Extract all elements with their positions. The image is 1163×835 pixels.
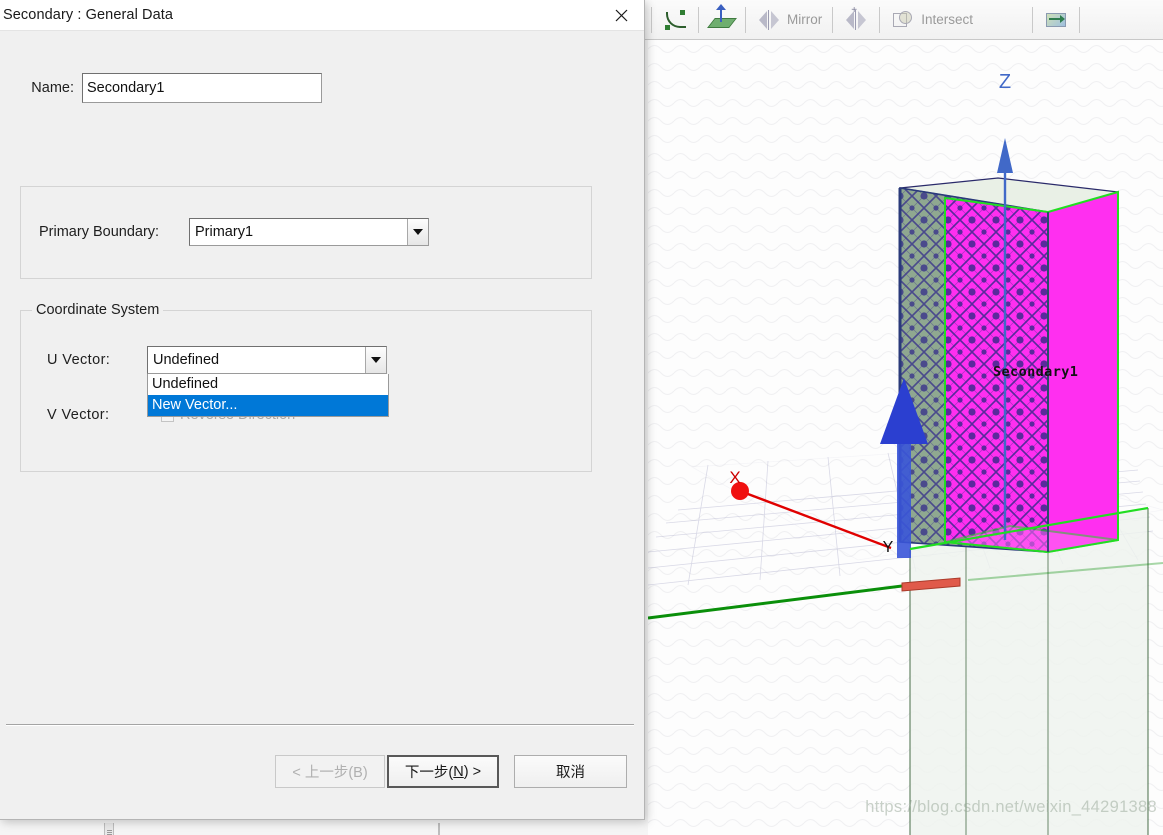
- toolbar-separator: [879, 6, 881, 33]
- axis-x-label: X: [729, 468, 740, 487]
- name-input[interactable]: Secondary1: [82, 73, 322, 103]
- 3d-scene: Z X Y Secondary1: [648, 40, 1163, 835]
- back-button-label: < 上一步(B): [292, 765, 368, 781]
- primary-boundary-row: Primary Boundary: Primary1: [39, 218, 429, 246]
- toolbar-label-intersect: Intersect: [921, 12, 974, 27]
- toolbar-button-surface-sheet[interactable]: [1036, 0, 1076, 40]
- footer-separator: [6, 724, 634, 725]
- toolbar-button-intersect[interactable]: Intersect: [883, 0, 980, 40]
- dialog-title: Secondary : General Data: [3, 7, 174, 23]
- cancel-button[interactable]: 取消: [514, 755, 627, 788]
- primary-boundary-label: Primary Boundary:: [39, 224, 160, 240]
- coordinate-system-group: Coordinate System V Vector: Reverse Dire…: [20, 302, 592, 472]
- next-button-label-post: ) >: [463, 763, 482, 780]
- back-button[interactable]: < 上一步(B): [275, 755, 385, 788]
- axis-z-label: Z: [999, 71, 1011, 93]
- sweep-along-path-icon: [707, 3, 737, 33]
- name-field-row: Name: Secondary1: [0, 73, 644, 103]
- coordinate-system-title: Coordinate System: [32, 302, 164, 318]
- u-vector-value: Undefined: [153, 352, 220, 368]
- name-input-value: Secondary1: [87, 80, 165, 96]
- primary-boundary-dropdown-button[interactable]: [407, 219, 428, 245]
- toolbar-button-curve-spline[interactable]: [655, 0, 695, 40]
- dialog-titlebar: Secondary : General Data: [0, 0, 644, 30]
- chevron-down-icon: [371, 357, 381, 363]
- dialog-body: Name: Secondary1 Primary Boundary: Prima…: [0, 30, 644, 819]
- axis-y-label: Y: [883, 539, 894, 556]
- v-vector-row: V Vector:: [47, 407, 147, 423]
- dialog-footer: < 上一步(B) 下一步(N) > 取消: [0, 724, 644, 819]
- panel-divider: [438, 823, 440, 835]
- toolbar-button-mirror[interactable]: Mirror: [749, 0, 829, 40]
- splitter-grip: [107, 830, 112, 835]
- u-vector-dropdown-button[interactable]: [365, 347, 386, 373]
- toolbar-separator: [651, 6, 652, 33]
- toolbar-button-sweep[interactable]: [702, 0, 742, 40]
- next-button-accesskey: N: [453, 763, 464, 780]
- toolbar-separator: [745, 6, 746, 33]
- v-vector-label: V Vector:: [47, 407, 110, 423]
- primary-boundary-group: Primary Boundary: Primary1: [20, 186, 592, 279]
- u-vector-select[interactable]: Undefined: [147, 346, 387, 374]
- toolbar-separator: [1032, 6, 1034, 33]
- u-vector-dropdown-list[interactable]: Undefined New Vector...: [147, 374, 389, 417]
- lower-solid-body: [909, 508, 1149, 835]
- intersect-icon: [890, 7, 916, 33]
- toolbar-separator: [1079, 6, 1081, 33]
- u-vector-label: U Vector:: [47, 352, 111, 368]
- mirror-duplicate-icon: +: [843, 5, 869, 33]
- cancel-button-label: 取消: [556, 765, 585, 781]
- toolbar-separator: [698, 6, 699, 33]
- general-data-dialog: Secondary : General Data Name: Secondary…: [0, 0, 645, 820]
- primary-boundary-value: Primary1: [195, 224, 254, 240]
- u-vector-row: U Vector: Undefined Undefined New Vector…: [47, 346, 389, 417]
- surface-sheet-icon: [1043, 7, 1069, 33]
- mirror-icon: [756, 7, 782, 33]
- primary-boundary-select[interactable]: Primary1: [189, 218, 429, 246]
- close-button[interactable]: [598, 0, 644, 30]
- chevron-down-icon: [413, 229, 423, 235]
- name-label: Name:: [31, 80, 74, 96]
- toolbar-separator: [832, 6, 834, 33]
- dropdown-option-new-vector[interactable]: New Vector...: [148, 395, 388, 416]
- next-button-label-pre: 下一步(: [404, 765, 454, 781]
- curve-spline-icon: [662, 7, 688, 33]
- close-icon: [615, 9, 627, 21]
- viewport-object-label: Secondary1: [993, 364, 1078, 380]
- 3d-viewport[interactable]: Z X Y Secondary1 https://blog.csdn.net/w…: [648, 40, 1163, 835]
- dropdown-option-undefined[interactable]: Undefined: [148, 374, 388, 395]
- toolbar-label-mirror: Mirror: [787, 12, 823, 27]
- next-button[interactable]: 下一步(N) >: [387, 755, 499, 788]
- toolbar-button-mirror-duplicate[interactable]: +: [836, 0, 876, 40]
